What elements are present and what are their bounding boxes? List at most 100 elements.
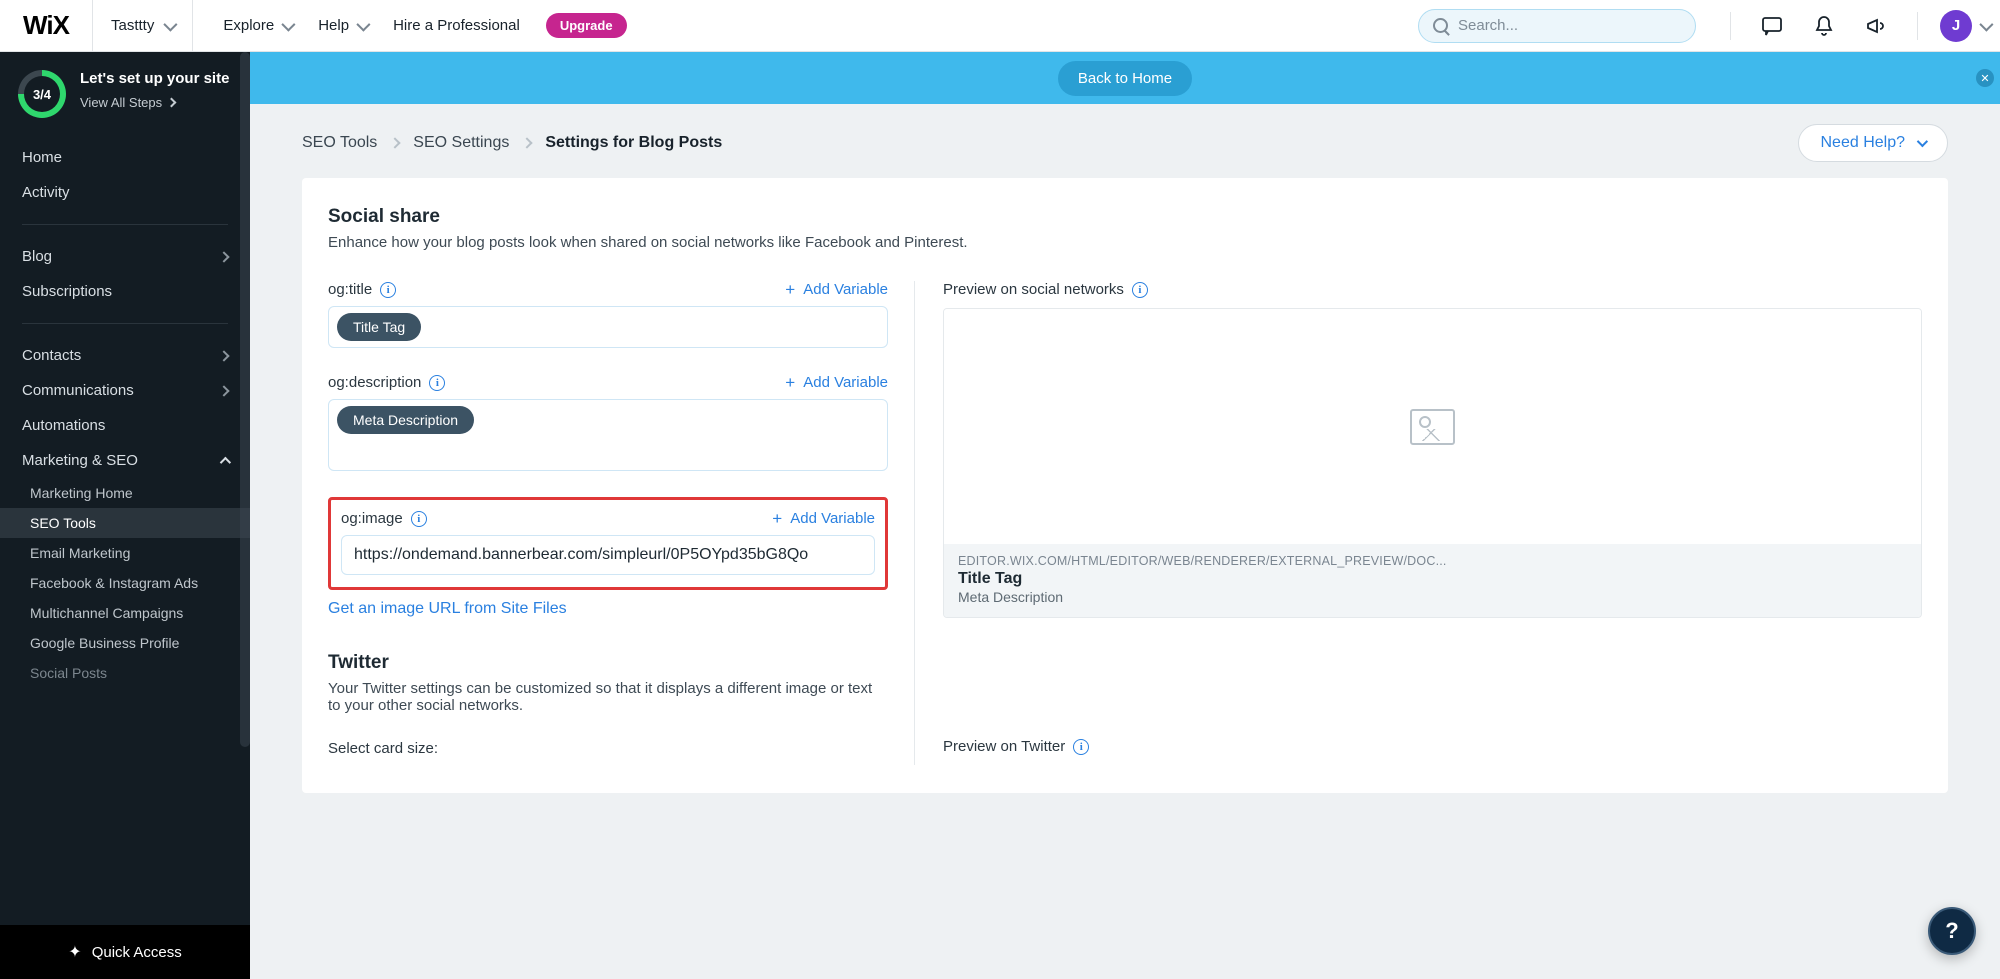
wix-logo[interactable]: WiX bbox=[0, 0, 92, 52]
section-subtitle-twitter: Your Twitter settings can be customized … bbox=[328, 680, 888, 714]
preview-image-placeholder bbox=[944, 309, 1921, 544]
info-icon[interactable]: i bbox=[1132, 282, 1148, 298]
input-og-image-wrap bbox=[341, 535, 875, 575]
search-placeholder: Search... bbox=[1458, 17, 1518, 34]
image-icon bbox=[1410, 409, 1455, 445]
chevron-down-icon bbox=[1979, 17, 1993, 31]
sidebar-item-automations[interactable]: Automations bbox=[0, 408, 250, 443]
site-switcher[interactable]: Tasttty bbox=[92, 0, 193, 52]
info-icon[interactable]: i bbox=[411, 511, 427, 527]
chevron-down-icon bbox=[1917, 136, 1928, 147]
avatar: J bbox=[1940, 10, 1972, 42]
field-og-title: og:title i + Add Variable Title Tag bbox=[328, 281, 888, 348]
field-og-image: og:image i + Add Variable bbox=[341, 510, 875, 575]
section-subtitle-social: Enhance how your blog posts look when sh… bbox=[328, 234, 1922, 251]
setup-title: Let's set up your site bbox=[80, 70, 229, 89]
info-icon[interactable]: i bbox=[380, 282, 396, 298]
scrollbar[interactable] bbox=[240, 52, 250, 747]
sidebar-item-seo-tools[interactable]: SEO Tools bbox=[0, 508, 250, 538]
top-icon-group bbox=[1730, 12, 1918, 40]
label-og-description: og:description bbox=[328, 374, 421, 391]
quick-access-button[interactable]: ✦ Quick Access bbox=[0, 925, 250, 979]
label-preview-social: Preview on social networks bbox=[943, 281, 1124, 298]
sidebar-item-email-marketing[interactable]: Email Marketing bbox=[0, 538, 250, 568]
sidebar-item-google-business[interactable]: Google Business Profile bbox=[0, 628, 250, 658]
account-menu[interactable]: J bbox=[1940, 10, 1990, 42]
og-image-highlight: og:image i + Add Variable bbox=[328, 497, 888, 590]
input-og-description[interactable]: Meta Description bbox=[328, 399, 888, 471]
need-help-button[interactable]: Need Help? bbox=[1798, 124, 1949, 162]
sidebar-item-contacts[interactable]: Contacts bbox=[0, 338, 250, 373]
chevron-right-icon bbox=[522, 137, 533, 148]
help-fab[interactable]: ? bbox=[1928, 907, 1976, 955]
megaphone-icon[interactable] bbox=[1865, 15, 1887, 37]
field-og-description: og:description i + Add Variable Meta Des… bbox=[328, 374, 888, 471]
nav-hire[interactable]: Hire a Professional bbox=[383, 11, 530, 40]
chevron-right-icon bbox=[218, 385, 229, 396]
plus-icon: + bbox=[785, 281, 795, 298]
search-input[interactable]: Search... bbox=[1418, 9, 1696, 43]
inbox-icon[interactable] bbox=[1761, 15, 1783, 37]
progress-ring: 3/4 bbox=[18, 70, 66, 118]
sidebar-item-fb-insta-ads[interactable]: Facebook & Instagram Ads bbox=[0, 568, 250, 598]
page-header: SEO Tools SEO Settings Settings for Blog… bbox=[250, 104, 2000, 172]
add-variable-og-image[interactable]: + Add Variable bbox=[772, 510, 875, 527]
top-nav: Explore Help Hire a Professional Upgrade bbox=[213, 11, 626, 40]
banner: Back to Home ✕ bbox=[250, 52, 2000, 104]
chevron-up-icon bbox=[220, 456, 231, 467]
site-name: Tasttty bbox=[111, 17, 154, 34]
label-select-card-size: Select card size: bbox=[328, 740, 438, 757]
back-to-home-button[interactable]: Back to Home bbox=[1058, 61, 1192, 96]
sidebar-item-blog[interactable]: Blog bbox=[0, 239, 250, 274]
chevron-down-icon bbox=[282, 17, 296, 31]
nav-help[interactable]: Help bbox=[308, 11, 377, 40]
sidebar-item-home[interactable]: Home bbox=[0, 140, 250, 175]
sidebar-item-social-posts[interactable]: Social Posts bbox=[0, 658, 250, 688]
sidebar: 3/4 Let's set up your site View All Step… bbox=[0, 52, 250, 979]
info-icon[interactable]: i bbox=[429, 375, 445, 391]
preview-title: Title Tag bbox=[958, 570, 1907, 588]
breadcrumb: SEO Tools SEO Settings Settings for Blog… bbox=[302, 134, 722, 152]
sidebar-item-activity[interactable]: Activity bbox=[0, 175, 250, 210]
add-variable-og-description[interactable]: + Add Variable bbox=[785, 374, 888, 391]
banner-close-button[interactable]: ✕ bbox=[1976, 69, 1994, 87]
sidebar-item-subscriptions[interactable]: Subscriptions bbox=[0, 274, 250, 309]
sidebar-item-communications[interactable]: Communications bbox=[0, 373, 250, 408]
label-og-title: og:title bbox=[328, 281, 372, 298]
sparkle-icon: ✦ bbox=[68, 942, 81, 962]
chevron-right-icon bbox=[390, 137, 401, 148]
input-og-title[interactable]: Title Tag bbox=[328, 306, 888, 348]
top-bar: WiX Tasttty Explore Help Hire a Professi… bbox=[0, 0, 2000, 52]
view-all-steps-link[interactable]: View All Steps bbox=[80, 95, 229, 110]
chevron-right-icon bbox=[167, 97, 177, 107]
section-title-social: Social share bbox=[328, 206, 1922, 228]
bell-icon[interactable] bbox=[1813, 15, 1835, 37]
search-icon bbox=[1433, 18, 1448, 33]
crumb-seo-settings[interactable]: SEO Settings bbox=[413, 134, 509, 152]
preview-url: EDITOR.WIX.COM/HTML/EDITOR/WEB/RENDERER/… bbox=[958, 554, 1907, 568]
preview-card-social: EDITOR.WIX.COM/HTML/EDITOR/WEB/RENDERER/… bbox=[943, 308, 1922, 618]
sidebar-item-multichannel[interactable]: Multichannel Campaigns bbox=[0, 598, 250, 628]
setup-panel[interactable]: 3/4 Let's set up your site View All Step… bbox=[0, 52, 250, 132]
chevron-right-icon bbox=[218, 251, 229, 262]
label-preview-twitter: Preview on Twitter bbox=[943, 738, 1065, 755]
sidebar-item-marketing-home[interactable]: Marketing Home bbox=[0, 478, 250, 508]
nav-explore[interactable]: Explore bbox=[213, 11, 302, 40]
chevron-down-icon bbox=[164, 17, 178, 31]
preview-description: Meta Description bbox=[958, 589, 1907, 605]
get-image-url-link[interactable]: Get an image URL from Site Files bbox=[328, 600, 567, 618]
variable-pill-meta-description[interactable]: Meta Description bbox=[337, 406, 474, 434]
input-og-image[interactable] bbox=[342, 536, 874, 574]
crumb-current: Settings for Blog Posts bbox=[545, 134, 722, 152]
crumb-seo-tools[interactable]: SEO Tools bbox=[302, 134, 377, 152]
plus-icon: + bbox=[785, 374, 795, 391]
add-variable-og-title[interactable]: + Add Variable bbox=[785, 281, 888, 298]
sidebar-item-marketing-seo[interactable]: Marketing & SEO bbox=[0, 443, 250, 478]
chevron-down-icon bbox=[356, 17, 370, 31]
upgrade-button[interactable]: Upgrade bbox=[546, 13, 627, 38]
chevron-right-icon bbox=[218, 350, 229, 361]
main-content: Back to Home ✕ SEO Tools SEO Settings Se… bbox=[250, 52, 2000, 979]
info-icon[interactable]: i bbox=[1073, 739, 1089, 755]
plus-icon: + bbox=[772, 510, 782, 527]
variable-pill-title-tag[interactable]: Title Tag bbox=[337, 313, 421, 341]
